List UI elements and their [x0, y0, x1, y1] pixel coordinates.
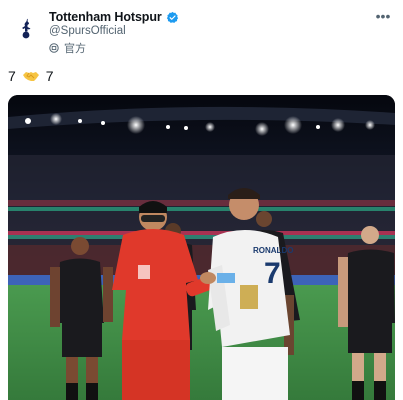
avatar[interactable]	[8, 10, 44, 46]
name-row: Tottenham Hotspur	[49, 10, 179, 24]
tweet-text-left: 7	[8, 68, 16, 84]
display-name[interactable]: Tottenham Hotspur	[49, 10, 162, 24]
match-photo: 7 RONALDO	[8, 95, 395, 400]
official-label: 官方	[64, 43, 86, 55]
official-org-icon	[49, 43, 59, 53]
tweet-media-photo[interactable]: 7 RONALDO	[8, 95, 395, 400]
more-options-button[interactable]: •••	[373, 8, 393, 24]
jersey-number: 7	[264, 257, 281, 290]
account-handle[interactable]: @SpursOfficial	[49, 25, 126, 37]
tweet-text: 7 7	[8, 68, 54, 84]
handshake-icon	[22, 72, 39, 81]
official-label-row: 官方	[49, 40, 86, 56]
tweet-text-right: 7	[45, 68, 54, 84]
jersey-name: RONALDO	[253, 246, 293, 255]
verified-badge-icon	[166, 11, 178, 23]
post-header: Tottenham Hotspur @SpursOfficial 官方 •••	[0, 0, 403, 64]
spurs-cockerel-icon	[22, 18, 31, 39]
handshake	[200, 272, 216, 284]
